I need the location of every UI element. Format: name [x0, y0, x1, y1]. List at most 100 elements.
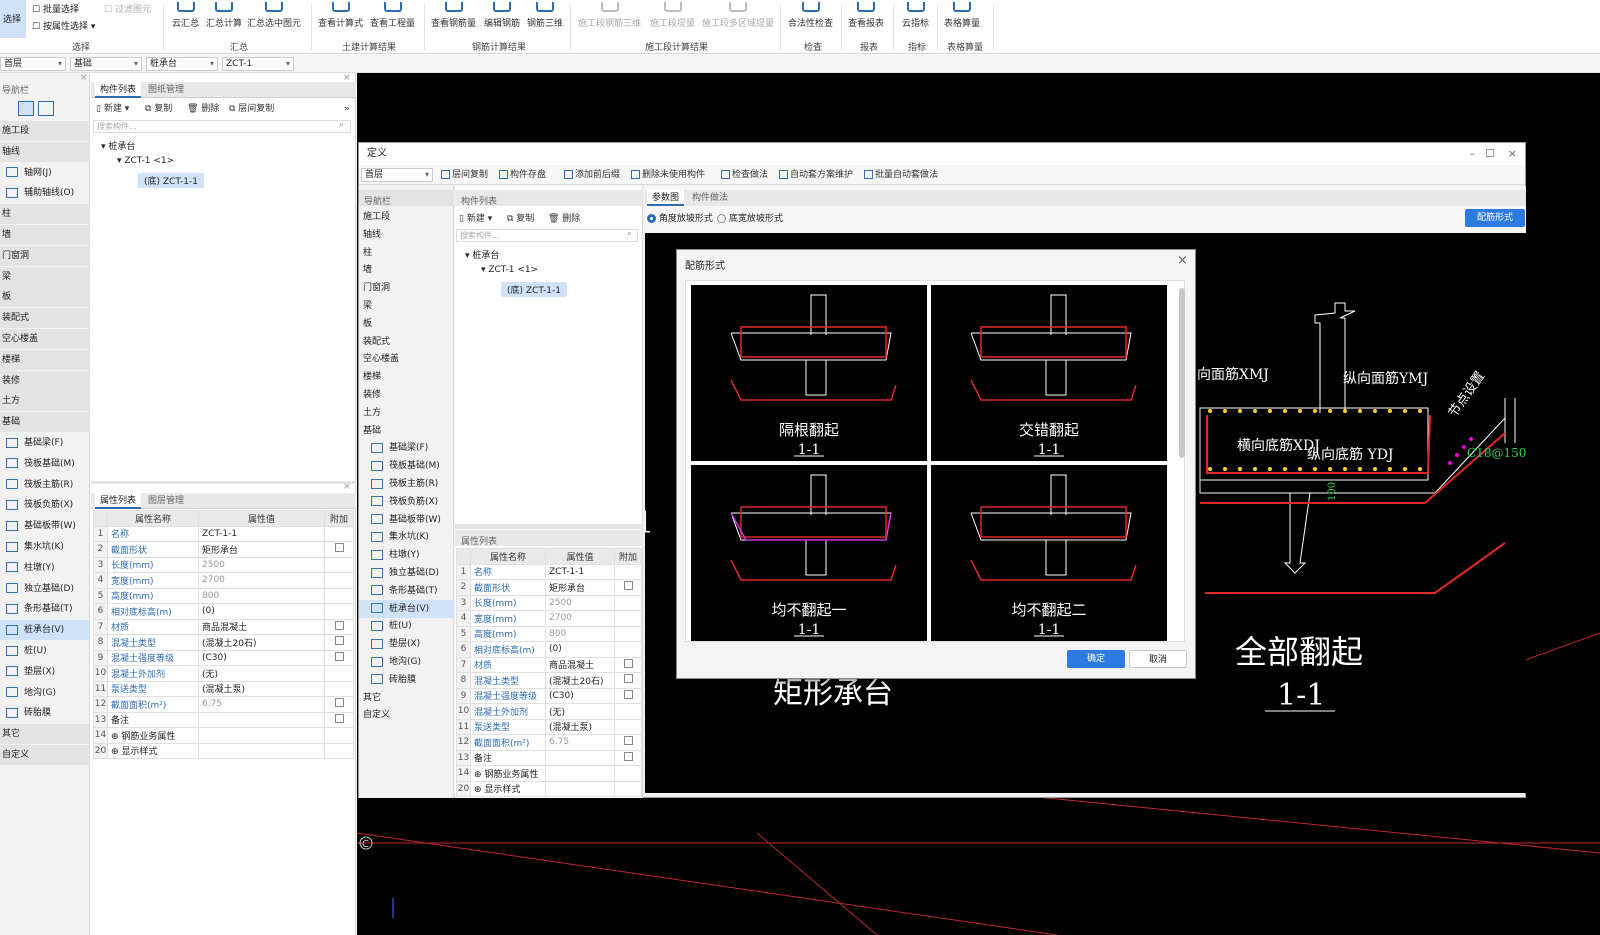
tab-property-list[interactable]: 属性列表: [95, 493, 142, 509]
prop-value[interactable]: 800: [198, 587, 325, 604]
tab-layer-mgmt[interactable]: 图层管理: [143, 493, 189, 509]
define-nav-item-5[interactable]: 梁: [359, 297, 454, 315]
select-tool-button[interactable]: 选择: [0, 0, 26, 38]
prop-row[interactable]: 1 名称 ZCT-1-1: [93, 525, 354, 542]
nav-item-25[interactable]: 桩(U): [0, 641, 90, 661]
prop-value[interactable]: [198, 742, 325, 759]
tree-root[interactable]: ▾ 桩承台: [101, 139, 135, 152]
seg-qty-button[interactable]: 施工段提量: [650, 2, 695, 29]
filter-draw-button[interactable]: ☐ 过滤图元: [104, 2, 151, 15]
nav-item-23[interactable]: 条形基础(T): [0, 599, 90, 619]
define-nav-item-3[interactable]: 墙: [359, 261, 454, 279]
nav-item-14[interactable]: 基础: [0, 412, 90, 433]
define-prop-row[interactable]: 14 ⊕ 钢筋业务属性: [456, 765, 642, 782]
nav-item-21[interactable]: 柱墩(Y): [0, 558, 90, 578]
nav-item-5[interactable]: 墙: [0, 225, 90, 245]
define-prop-row[interactable]: 1 名称 ZCT-1-1: [456, 563, 642, 580]
prop-row[interactable]: 14 ⊕ 钢筋业务属性: [93, 727, 354, 744]
prop-value[interactable]: (C30): [545, 687, 615, 704]
panel-close-icon[interactable]: ×: [343, 73, 351, 83]
category-select[interactable]: 基础: [70, 57, 142, 71]
define-tool-6[interactable]: 批量自动套做法: [864, 167, 938, 183]
cloud-index-button[interactable]: 云指标: [902, 2, 929, 29]
define-tool-4[interactable]: 检查做法: [721, 167, 768, 183]
define-nav-item-8[interactable]: 空心楼盖: [359, 350, 454, 368]
prop-value[interactable]: (混凝土泵): [198, 680, 325, 697]
prop-value[interactable]: [545, 765, 615, 782]
prop-value[interactable]: (无): [198, 665, 325, 682]
nav-item-24[interactable]: 桩承台(V): [0, 620, 90, 641]
view-qty-button[interactable]: 查看工程量: [370, 2, 415, 29]
define-nav-item-23[interactable]: 桩(U): [359, 617, 454, 635]
prop-value[interactable]: (混凝土20石): [545, 672, 615, 689]
legal-check-button[interactable]: 合法性检查: [788, 2, 833, 29]
define-prop-row[interactable]: 5 高度(mm) 800: [456, 625, 642, 642]
prop-row[interactable]: 7 材质 商品混凝土: [93, 618, 354, 635]
prop-value[interactable]: 2500: [545, 594, 615, 611]
define-nav-item-24[interactable]: 垫层(X): [359, 635, 454, 653]
define-search-input[interactable]: 搜索构件...: [456, 229, 638, 242]
prop-value[interactable]: 6.75: [198, 696, 325, 713]
define-nav-item-22[interactable]: 桩承台(V): [359, 599, 454, 618]
minimize-icon[interactable]: –: [1470, 143, 1476, 165]
add-checkbox[interactable]: [334, 713, 344, 723]
rebar-option-2[interactable]: 均不翻起一 1-1: [691, 465, 927, 641]
define-nav-item-27[interactable]: 其它: [359, 689, 454, 707]
new-component-button[interactable]: ▯ 新建 ▾: [96, 101, 129, 117]
add-checkbox[interactable]: [623, 751, 633, 761]
define-new-button[interactable]: ▯ 新建 ▾: [459, 211, 492, 227]
define-tool-2[interactable]: 添加前后缀: [564, 167, 620, 183]
search-icon[interactable]: ⌕: [339, 120, 344, 130]
define-prop-row[interactable]: 4 宽度(mm) 2700: [456, 610, 642, 627]
nav-item-12[interactable]: 装修: [0, 370, 90, 391]
tab-component-list[interactable]: 构件列表: [95, 82, 142, 98]
define-nav-item-19[interactable]: 柱墩(Y): [359, 546, 454, 564]
add-checkbox[interactable]: [623, 581, 633, 591]
prop-row[interactable]: 11 泵送类型 (混凝土泵): [93, 680, 354, 697]
nav-item-2[interactable]: 轴网(J): [0, 163, 90, 183]
floor-select[interactable]: 首层: [0, 57, 66, 71]
prop-row[interactable]: 4 宽度(mm) 2700: [93, 572, 354, 589]
prop-value[interactable]: 6.75: [545, 734, 615, 751]
nav-item-17[interactable]: 筏板主筋(R): [0, 475, 90, 495]
define-nav-item-9[interactable]: 楼梯: [359, 368, 454, 386]
nav-item-0[interactable]: 施工段: [0, 121, 90, 141]
define-prop-row[interactable]: 9 混凝土强度等级 (C30): [456, 687, 642, 704]
define-nav-item-10[interactable]: 装修: [359, 386, 454, 404]
nav-item-9[interactable]: 装配式: [0, 308, 90, 329]
table-calc-button[interactable]: 表格算量: [944, 2, 980, 29]
define-nav-item-1[interactable]: 轴线: [359, 226, 454, 244]
define-tree-child[interactable]: ▾ ZCT-1 <1>: [481, 265, 538, 275]
prop-value[interactable]: [198, 727, 325, 744]
define-nav-item-7[interactable]: 装配式: [359, 333, 454, 351]
define-nav-item-2[interactable]: 柱: [359, 244, 454, 262]
nav-item-1[interactable]: 轴线: [0, 141, 90, 162]
radio-bottom-slope[interactable]: 底宽放坡形式: [717, 211, 783, 224]
define-nav-item-13[interactable]: 基础梁(F): [359, 439, 454, 457]
define-prop-row[interactable]: 7 材质 商品混凝土: [456, 656, 642, 673]
define-delete-button[interactable]: 🗑 删除: [548, 211, 580, 227]
add-checkbox[interactable]: [334, 636, 344, 646]
define-tool-1[interactable]: 构件存盘: [499, 167, 546, 183]
prop-row[interactable]: 5 高度(mm) 800: [93, 587, 354, 604]
prop-row[interactable]: 6 相对底标高(m) (0): [93, 603, 354, 620]
define-nav-item-28[interactable]: 自定义: [359, 706, 454, 724]
copy-component-button[interactable]: ⧉ 复制: [145, 101, 172, 117]
view-report-button[interactable]: 查看报表: [848, 2, 884, 29]
nav-item-8[interactable]: 板: [0, 287, 90, 308]
define-nav-item-21[interactable]: 条形基础(T): [359, 582, 454, 600]
tree-leaf-selected[interactable]: (底) ZCT-1-1: [138, 173, 204, 188]
rebar-option-0[interactable]: 隔根翻起 1-1: [691, 285, 927, 461]
nav-view-toggle[interactable]: [4, 101, 58, 117]
prop-value[interactable]: 2500: [198, 556, 325, 573]
define-prop-row[interactable]: 10 混凝土外加剂 (无): [456, 703, 642, 720]
prop-value[interactable]: ZCT-1-1: [198, 525, 325, 542]
rebar-option-3[interactable]: 均不翻起二 1-1: [931, 465, 1167, 641]
define-nav-item-12[interactable]: 基础: [359, 422, 454, 440]
define-nav-item-16[interactable]: 筏板负筋(X): [359, 493, 454, 511]
nav-item-16[interactable]: 筏板基础(M): [0, 454, 90, 474]
cloud-sum-button[interactable]: 云汇总: [172, 2, 199, 29]
prop-value[interactable]: 2700: [545, 610, 615, 627]
sum-calc-button[interactable]: 汇总计算: [206, 2, 242, 29]
define-prop-row[interactable]: 20 ⊕ 显示样式: [456, 780, 642, 797]
